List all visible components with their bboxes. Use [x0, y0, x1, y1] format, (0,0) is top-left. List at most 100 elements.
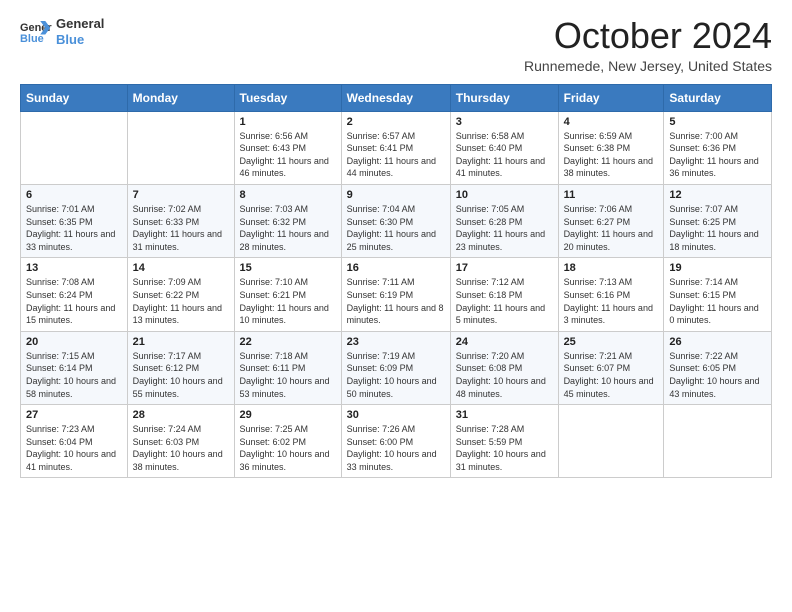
day-number: 31 — [456, 409, 553, 421]
day-info: Sunrise: 7:15 AM Sunset: 6:14 PM Dayligh… — [26, 350, 122, 400]
day-number: 20 — [26, 336, 122, 348]
day-number: 2 — [347, 116, 445, 128]
day-number: 21 — [133, 336, 229, 348]
col-header-sunday: Sunday — [21, 84, 128, 111]
logo-icon: General Blue — [20, 18, 52, 46]
calendar-cell — [21, 111, 128, 184]
day-number: 3 — [456, 116, 553, 128]
day-number: 14 — [133, 262, 229, 274]
calendar-cell: 2 Sunrise: 6:57 AM Sunset: 6:41 PM Daylig… — [341, 111, 450, 184]
day-number: 15 — [240, 262, 336, 274]
day-number: 26 — [669, 336, 766, 348]
calendar-cell: 24Sunrise: 7:20 AM Sunset: 6:08 PM Dayli… — [450, 331, 558, 404]
day-number: 16 — [347, 262, 445, 274]
day-number: 30 — [347, 409, 445, 421]
day-number: 4 — [564, 116, 659, 128]
day-number: 9 — [347, 189, 445, 201]
day-number: 29 — [240, 409, 336, 421]
week-row: 6 Sunrise: 7:01 AM Sunset: 6:35 PM Daylig… — [21, 184, 772, 257]
calendar-cell: 31Sunrise: 7:28 AM Sunset: 5:59 PM Dayli… — [450, 405, 558, 478]
calendar-cell: 10Sunrise: 7:05 AM Sunset: 6:28 PM Dayli… — [450, 184, 558, 257]
week-row: 27Sunrise: 7:23 AM Sunset: 6:04 PM Dayli… — [21, 405, 772, 478]
day-info: Sunrise: 7:03 AM Sunset: 6:32 PM Dayligh… — [240, 203, 336, 253]
calendar-cell: 26 Sunrise: 7:22 AM Sunset: 6:05 PM Dayli… — [664, 331, 772, 404]
calendar-cell: 17 Sunrise: 7:12 AM Sunset: 6:18 PM Dayli… — [450, 258, 558, 331]
day-number: 5 — [669, 116, 766, 128]
header: General Blue General Blue October 2024 R… — [20, 16, 772, 74]
day-info: Sunrise: 7:10 AM Sunset: 6:21 PM Dayligh… — [240, 276, 336, 326]
page: General Blue General Blue October 2024 R… — [0, 0, 792, 494]
week-row: 13 Sunrise: 7:08 AM Sunset: 6:24 PM Dayli… — [21, 258, 772, 331]
logo-blue: Blue — [56, 32, 104, 48]
col-header-saturday: Saturday — [664, 84, 772, 111]
logo: General Blue General Blue — [20, 16, 104, 47]
calendar-cell: 1 Sunrise: 6:56 AM Sunset: 6:43 PM Daylig… — [234, 111, 341, 184]
calendar-cell — [558, 405, 664, 478]
day-info: Sunrise: 7:14 AM Sunset: 6:15 PM Dayligh… — [669, 276, 766, 326]
calendar-cell: 4 Sunrise: 6:59 AM Sunset: 6:38 PM Daylig… — [558, 111, 664, 184]
day-number: 22 — [240, 336, 336, 348]
day-number: 12 — [669, 189, 766, 201]
col-header-wednesday: Wednesday — [341, 84, 450, 111]
day-info: Sunrise: 7:25 AM Sunset: 6:02 PM Dayligh… — [240, 423, 336, 473]
day-info: Sunrise: 7:11 AM Sunset: 6:19 PM Dayligh… — [347, 276, 445, 326]
calendar-cell: 5 Sunrise: 7:00 AM Sunset: 6:36 PM Daylig… — [664, 111, 772, 184]
calendar-cell: 18Sunrise: 7:13 AM Sunset: 6:16 PM Dayli… — [558, 258, 664, 331]
calendar-cell: 6 Sunrise: 7:01 AM Sunset: 6:35 PM Daylig… — [21, 184, 128, 257]
calendar-cell: 27Sunrise: 7:23 AM Sunset: 6:04 PM Dayli… — [21, 405, 128, 478]
day-info: Sunrise: 6:56 AM Sunset: 6:43 PM Dayligh… — [240, 130, 336, 180]
header-row: SundayMondayTuesdayWednesdayThursdayFrid… — [21, 84, 772, 111]
location: Runnemede, New Jersey, United States — [524, 58, 772, 74]
day-info: Sunrise: 7:17 AM Sunset: 6:12 PM Dayligh… — [133, 350, 229, 400]
day-info: Sunrise: 7:26 AM Sunset: 6:00 PM Dayligh… — [347, 423, 445, 473]
calendar-cell: 9 Sunrise: 7:04 AM Sunset: 6:30 PM Daylig… — [341, 184, 450, 257]
day-info: Sunrise: 7:08 AM Sunset: 6:24 PM Dayligh… — [26, 276, 122, 326]
col-header-monday: Monday — [127, 84, 234, 111]
day-number: 8 — [240, 189, 336, 201]
day-number: 11 — [564, 189, 659, 201]
day-info: Sunrise: 7:09 AM Sunset: 6:22 PM Dayligh… — [133, 276, 229, 326]
calendar-cell: 13 Sunrise: 7:08 AM Sunset: 6:24 PM Dayli… — [21, 258, 128, 331]
day-number: 7 — [133, 189, 229, 201]
calendar-cell: 15 Sunrise: 7:10 AM Sunset: 6:21 PM Dayli… — [234, 258, 341, 331]
week-row: 20 Sunrise: 7:15 AM Sunset: 6:14 PM Dayli… — [21, 331, 772, 404]
day-info: Sunrise: 6:59 AM Sunset: 6:38 PM Dayligh… — [564, 130, 659, 180]
calendar-cell: 28Sunrise: 7:24 AM Sunset: 6:03 PM Dayli… — [127, 405, 234, 478]
day-info: Sunrise: 7:01 AM Sunset: 6:35 PM Dayligh… — [26, 203, 122, 253]
day-info: Sunrise: 7:04 AM Sunset: 6:30 PM Dayligh… — [347, 203, 445, 253]
calendar-cell: 23Sunrise: 7:19 AM Sunset: 6:09 PM Dayli… — [341, 331, 450, 404]
day-info: Sunrise: 7:02 AM Sunset: 6:33 PM Dayligh… — [133, 203, 229, 253]
day-info: Sunrise: 7:05 AM Sunset: 6:28 PM Dayligh… — [456, 203, 553, 253]
calendar-cell: 29 Sunrise: 7:25 AM Sunset: 6:02 PM Dayli… — [234, 405, 341, 478]
day-info: Sunrise: 7:19 AM Sunset: 6:09 PM Dayligh… — [347, 350, 445, 400]
day-info: Sunrise: 6:58 AM Sunset: 6:40 PM Dayligh… — [456, 130, 553, 180]
calendar-cell: 20 Sunrise: 7:15 AM Sunset: 6:14 PM Dayli… — [21, 331, 128, 404]
calendar-cell: 19Sunrise: 7:14 AM Sunset: 6:15 PM Dayli… — [664, 258, 772, 331]
calendar-cell: 12Sunrise: 7:07 AM Sunset: 6:25 PM Dayli… — [664, 184, 772, 257]
day-info: Sunrise: 7:22 AM Sunset: 6:05 PM Dayligh… — [669, 350, 766, 400]
calendar-cell: 14 Sunrise: 7:09 AM Sunset: 6:22 PM Dayli… — [127, 258, 234, 331]
calendar-cell: 11Sunrise: 7:06 AM Sunset: 6:27 PM Dayli… — [558, 184, 664, 257]
svg-text:Blue: Blue — [20, 33, 44, 45]
logo-general: General — [56, 16, 104, 32]
day-number: 6 — [26, 189, 122, 201]
calendar-cell: 21 Sunrise: 7:17 AM Sunset: 6:12 PM Dayli… — [127, 331, 234, 404]
day-info: Sunrise: 7:13 AM Sunset: 6:16 PM Dayligh… — [564, 276, 659, 326]
calendar-cell: 22 Sunrise: 7:18 AM Sunset: 6:11 PM Dayli… — [234, 331, 341, 404]
calendar: SundayMondayTuesdayWednesdayThursdayFrid… — [20, 84, 772, 479]
day-number: 1 — [240, 116, 336, 128]
calendar-cell — [127, 111, 234, 184]
day-info: Sunrise: 7:24 AM Sunset: 6:03 PM Dayligh… — [133, 423, 229, 473]
col-header-thursday: Thursday — [450, 84, 558, 111]
day-number: 13 — [26, 262, 122, 274]
month-title: October 2024 — [524, 16, 772, 56]
day-number: 17 — [456, 262, 553, 274]
day-info: Sunrise: 6:57 AM Sunset: 6:41 PM Dayligh… — [347, 130, 445, 180]
col-header-tuesday: Tuesday — [234, 84, 341, 111]
day-info: Sunrise: 7:12 AM Sunset: 6:18 PM Dayligh… — [456, 276, 553, 326]
day-number: 27 — [26, 409, 122, 421]
calendar-cell: 3 Sunrise: 6:58 AM Sunset: 6:40 PM Daylig… — [450, 111, 558, 184]
day-info: Sunrise: 7:00 AM Sunset: 6:36 PM Dayligh… — [669, 130, 766, 180]
day-info: Sunrise: 7:18 AM Sunset: 6:11 PM Dayligh… — [240, 350, 336, 400]
day-number: 25 — [564, 336, 659, 348]
